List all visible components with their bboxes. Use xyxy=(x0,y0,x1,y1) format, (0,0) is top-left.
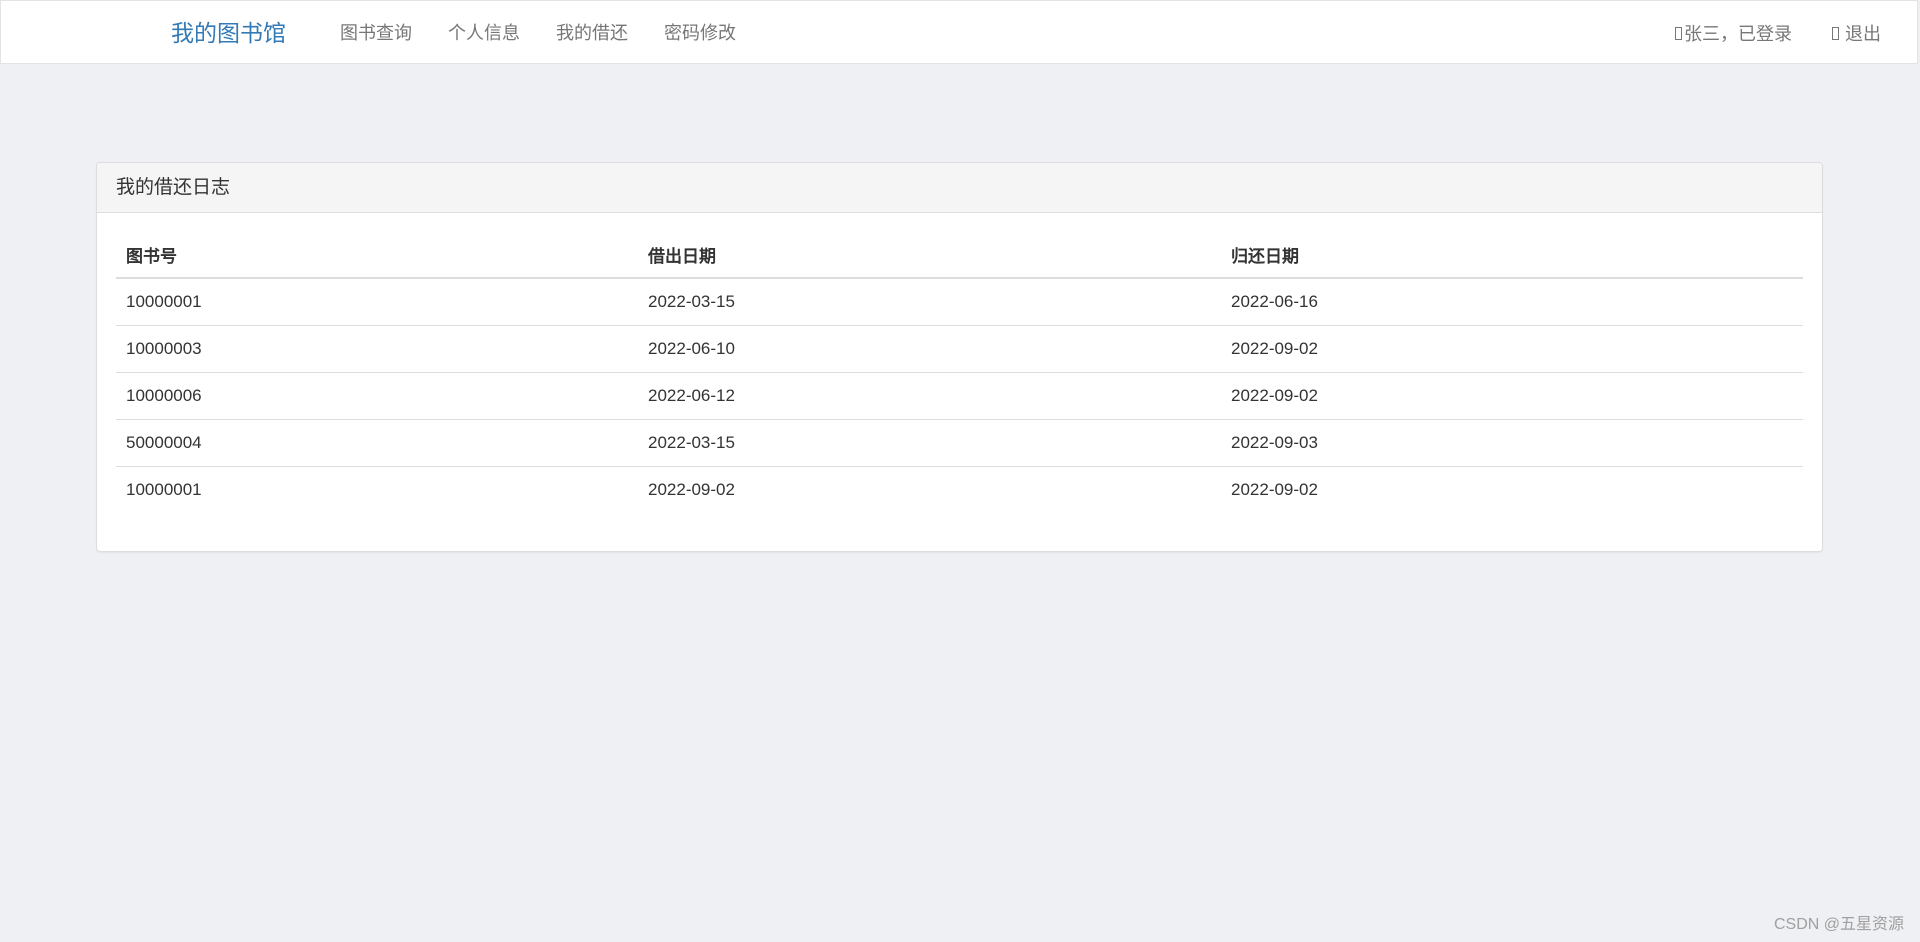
borrow-log-panel: 我的借还日志 图书号 借出日期 归还日期 10000001 2022-03-15… xyxy=(96,162,1823,552)
table-row: 10000001 2022-03-15 2022-06-16 xyxy=(116,278,1803,326)
cell-book-id: 10000001 xyxy=(126,292,202,311)
cell-borrow-date: 2022-03-15 xyxy=(648,292,735,311)
watermark-text: CSDN @五星资源 xyxy=(1773,916,1904,933)
brand-link[interactable]: 我的图书馆 xyxy=(171,1,286,65)
user-status-link[interactable]: 张三，已登录 xyxy=(1675,20,1792,46)
user-nav: 张三，已登录 退出 xyxy=(1675,1,1881,65)
table-row: 10000001 2022-09-02 2022-09-02 xyxy=(116,466,1803,513)
cell-borrow-date: 2022-06-10 xyxy=(638,325,1221,373)
nav-item-personal-info[interactable]: 个人信息 xyxy=(448,1,520,65)
table-header-row: 图书号 借出日期 归还日期 xyxy=(116,231,1803,279)
table-row: 10000003 2022-06-10 2022-09-02 xyxy=(116,325,1803,373)
logout-button[interactable]: 退出 xyxy=(1832,20,1881,46)
cell-return-date: 2022-09-02 xyxy=(1221,325,1803,373)
user-icon xyxy=(1675,26,1682,40)
column-header-return-date: 归还日期 xyxy=(1221,231,1803,279)
nav-item-book-search[interactable]: 图书查询 xyxy=(340,1,412,65)
logout-icon xyxy=(1832,26,1839,40)
table-row: 10000006 2022-06-12 2022-09-02 xyxy=(116,372,1803,420)
column-header-book-id: 图书号 xyxy=(116,231,638,279)
main-nav: 图书查询 个人信息 我的借还 密码修改 xyxy=(340,1,772,65)
nav-item-change-password[interactable]: 密码修改 xyxy=(664,1,736,65)
user-status-label: 张三，已登录 xyxy=(1684,24,1792,44)
cell-return-date: 2022-09-03 xyxy=(1221,419,1803,467)
cell-borrow-date: 2022-03-15 xyxy=(638,419,1221,467)
nav-item-my-borrowing[interactable]: 我的借还 xyxy=(556,1,628,65)
cell-return-date: 2022-09-02 xyxy=(1221,372,1803,420)
panel-body: 图书号 借出日期 归还日期 10000001 2022-03-15 2022-0… xyxy=(97,213,1822,513)
cell-borrow-date: 2022-06-12 xyxy=(638,372,1221,420)
cell-book-id: 10000006 xyxy=(116,372,638,420)
cell-return-date: 2022-06-16 xyxy=(1231,292,1318,311)
cell-book-id: 10000003 xyxy=(116,325,638,373)
table-row: 50000004 2022-03-15 2022-09-03 xyxy=(116,419,1803,467)
cell-book-id: 50000004 xyxy=(116,419,638,467)
column-header-borrow-date: 借出日期 xyxy=(638,231,1221,279)
panel-title: 我的借还日志 xyxy=(97,163,1822,213)
cell-return-date: 2022-09-02 xyxy=(1221,466,1803,513)
cell-book-id: 10000001 xyxy=(116,466,638,513)
cell-borrow-date: 2022-09-02 xyxy=(638,466,1221,513)
logout-label: 退出 xyxy=(1845,24,1881,44)
top-navbar: 我的图书馆 图书查询 个人信息 我的借还 密码修改 张三，已登录 退出 xyxy=(0,0,1918,64)
borrow-log-table: 图书号 借出日期 归还日期 10000001 2022-03-15 2022-0… xyxy=(116,231,1803,513)
